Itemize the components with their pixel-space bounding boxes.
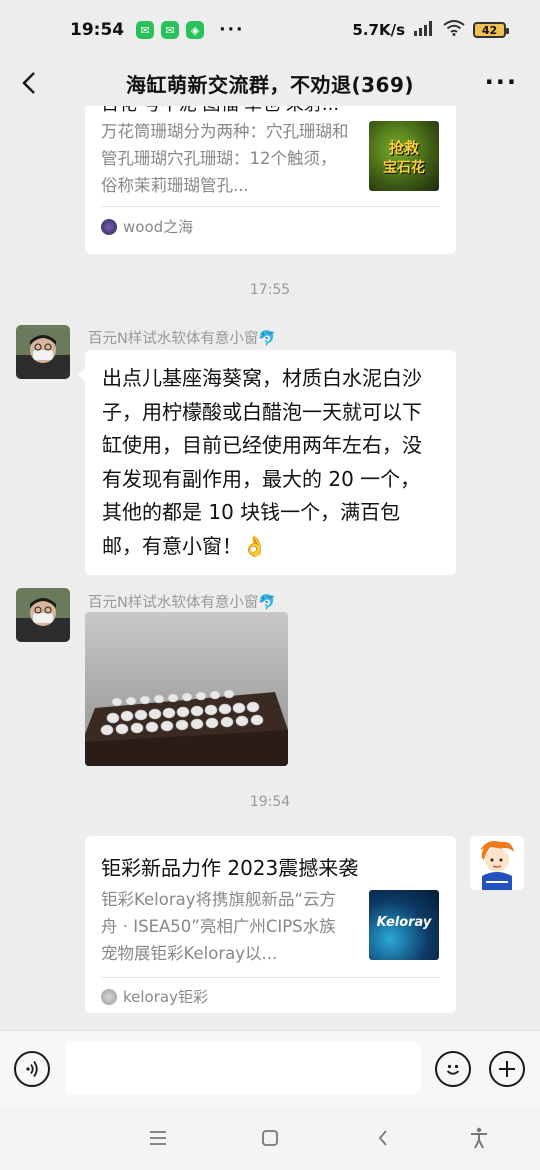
source-avatar (101, 218, 117, 235)
message-bubble[interactable]: 出点儿基座海葵窝，材质白水泥白沙子，用柠檬酸或白醋泡一天就可以下缸使用，目前已经… (78, 350, 456, 575)
emoji-icon (446, 1064, 460, 1075)
back-button[interactable] (12, 66, 46, 100)
battery-icon: 42 (473, 22, 509, 38)
card-title: 百花 号不泥 图福 草也 采射... (101, 106, 441, 116)
voice-toggle-button[interactable] (14, 1051, 50, 1087)
thumbnail-caption: 抢救 (388, 139, 419, 157)
home-button[interactable] (258, 1126, 282, 1150)
chat-title: 海缸萌新交流群，不劝退(369) (125, 72, 415, 97)
accessibility-button[interactable] (467, 1126, 491, 1150)
chat-header: 海缸萌新交流群，不劝退(369) ··· (0, 60, 540, 106)
voice-icon (26, 1060, 38, 1078)
message-input[interactable] (66, 1042, 421, 1094)
wechat-icon: ✉ (161, 21, 180, 39)
status-time: 19:54 (70, 20, 125, 40)
net-speed: 5.7K/s (352, 21, 405, 39)
accessibility-icon (471, 1127, 487, 1149)
shield-app-icon: ◈ (186, 21, 205, 39)
status-right: 5.7K/s 42 (352, 20, 509, 40)
input-bar (0, 1030, 540, 1106)
status-more-dots: ··· (219, 20, 245, 40)
avatar[interactable] (16, 588, 70, 642)
sender-name: 百元N样试水软体有意小窗🐬 (88, 331, 277, 347)
thumbnail-caption: Keloray (376, 915, 432, 930)
message-text: 出点儿基座海葵窝，材质白水泥白沙子，用柠檬酸或白醋泡一天就可以下缸使用，目前已经… (102, 366, 422, 558)
timestamp: 19:54 (249, 794, 291, 810)
source-avatar (101, 988, 117, 1005)
avatar[interactable] (16, 325, 70, 379)
timestamp: 17:55 (249, 282, 291, 298)
link-card[interactable]: 钜彩新品力作 2023震撼来袭 钜彩Keloray将携旗舰新品“云方舟 · IS… (85, 836, 456, 1013)
plus-icon (499, 1061, 515, 1077)
system-navigation-bar (0, 1106, 540, 1170)
card-source: keloray钜彩 (101, 986, 208, 1007)
card-thumbnail: 抢救 宝石花 (369, 121, 439, 191)
thumbnail-caption: 宝石花 (383, 160, 425, 176)
image-message[interactable] (85, 612, 288, 766)
card-divider (101, 977, 440, 978)
system-back-button[interactable] (371, 1126, 395, 1150)
source-name: keloray钜彩 (123, 988, 208, 1006)
card-divider (101, 206, 440, 207)
chevron-left-icon (22, 72, 35, 94)
link-card[interactable]: 百花 号不泥 图福 草也 采射... 万花筒珊瑚分为两种：穴孔珊瑚和管孔珊瑚穴孔… (85, 106, 456, 254)
card-description: 万花筒珊瑚分为两种：穴孔珊瑚和管孔珊瑚穴孔珊瑚：12个触须，俗称茉莉珊瑚管孔..… (101, 122, 349, 195)
card-title: 钜彩新品力作 2023震撼来袭 (101, 856, 359, 880)
menu-button[interactable] (146, 1126, 170, 1150)
card-source: wood之海 (101, 216, 193, 237)
signal-icon (413, 20, 435, 40)
sender-name: 百元N样试水软体有意小窗🐬 (88, 595, 277, 611)
card-thumbnail: Keloray (369, 890, 439, 960)
my-avatar[interactable] (470, 836, 524, 890)
emoji-button[interactable] (435, 1051, 471, 1087)
menu-icon (150, 1131, 166, 1145)
chat-more-button[interactable]: ··· (485, 68, 518, 96)
message-list[interactable]: 百花 号不泥 图福 草也 采射... 万花筒珊瑚分为两种：穴孔珊瑚和管孔珊瑚穴孔… (0, 106, 540, 1030)
home-icon (262, 1130, 278, 1146)
card-description: 钜彩Keloray将携旗舰新品“云方舟 · ISEA50”亮相广州CIPS水族宠… (101, 890, 337, 963)
chevron-left-icon (378, 1130, 387, 1146)
source-name: wood之海 (123, 218, 194, 236)
status-bar: 19:54 ✉ ✉ ◈ ··· 5.7K/s 42 (0, 0, 540, 60)
wifi-icon (443, 20, 465, 40)
add-button[interactable] (489, 1051, 525, 1087)
wechat-icon: ✉ (136, 21, 155, 39)
